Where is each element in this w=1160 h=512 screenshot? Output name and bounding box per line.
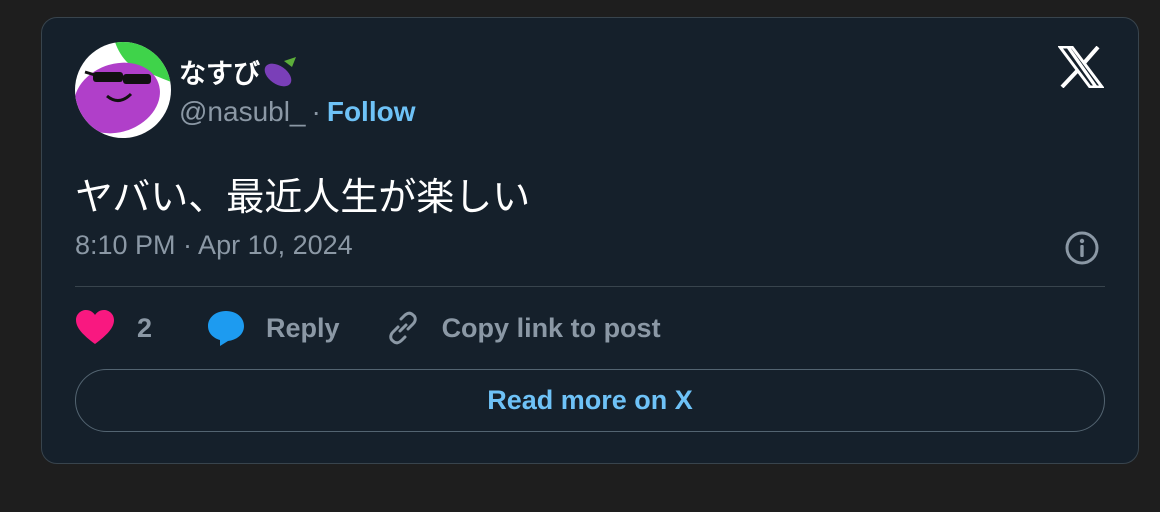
reply-button[interactable]: Reply <box>206 309 340 347</box>
copy-link-label: Copy link to post <box>441 312 661 343</box>
handle-row: @nasubl_ · Follow <box>179 96 416 128</box>
divider <box>75 286 1105 287</box>
link-icon <box>388 311 417 345</box>
author-handle[interactable]: @nasubl_ <box>179 96 306 128</box>
like-button[interactable]: 2 <box>75 310 152 346</box>
follow-button[interactable]: Follow <box>327 96 416 128</box>
x-logo-icon[interactable] <box>1058 46 1104 88</box>
speech-bubble-icon <box>208 311 245 346</box>
separator-dot: · <box>311 96 321 127</box>
reply-label: Reply <box>266 312 340 343</box>
avatar-eggplant-icon <box>75 42 171 138</box>
copy-link-button[interactable]: Copy link to post <box>384 309 661 347</box>
avatar[interactable] <box>75 42 171 138</box>
info-icon[interactable] <box>1064 230 1100 266</box>
author-name[interactable]: なすび <box>179 52 298 91</box>
action-bar: 2 Reply Copy link to post <box>75 308 661 348</box>
display-name: なすび <box>179 59 260 89</box>
post-timestamp[interactable]: 8:10 PM · Apr 10, 2024 <box>75 230 353 261</box>
like-count: 2 <box>137 312 153 343</box>
post-text: ヤバい、最近人生が楽しい <box>75 175 531 219</box>
read-more-button[interactable]: Read more on X <box>75 369 1105 432</box>
read-more-label: Read more on X <box>487 385 693 415</box>
heart-icon <box>76 310 114 344</box>
embedded-post-card: なすび @nasubl_ · Follow ヤバい、最近人生が楽しい 8:10 … <box>41 17 1139 464</box>
eggplant-emoji-icon <box>264 56 296 86</box>
